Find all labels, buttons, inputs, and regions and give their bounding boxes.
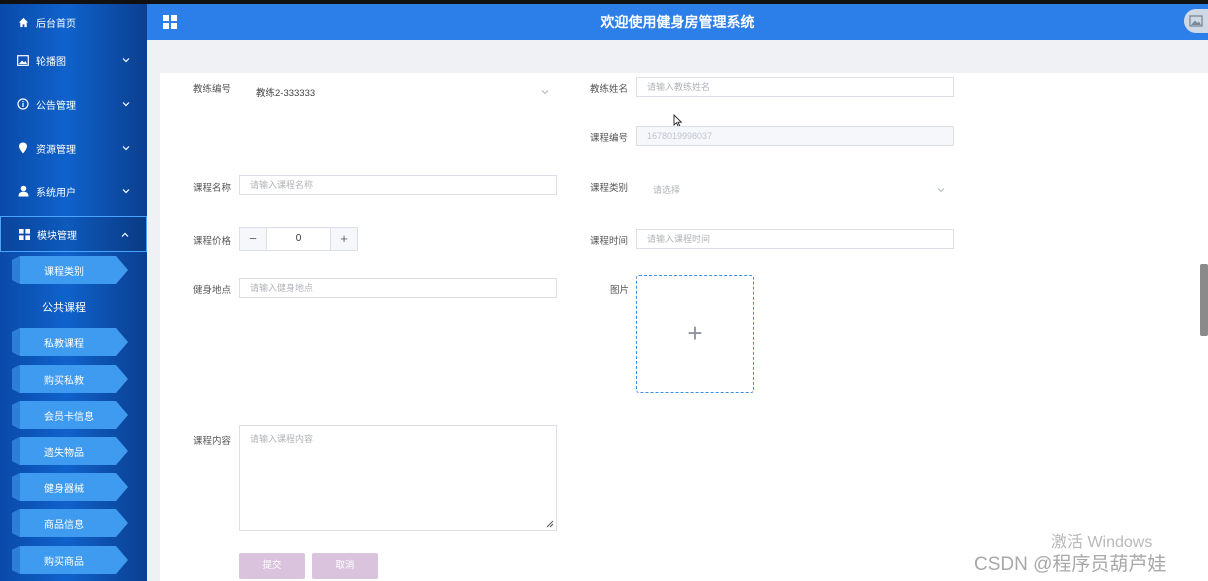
submenu-item-course-category[interactable]: 课程类别 (12, 256, 128, 284)
course-no-input: 1678019998037 (636, 126, 954, 146)
sidebar-item-users[interactable]: 系统用户 (0, 173, 147, 209)
chevron-down-icon[interactable] (540, 87, 550, 97)
chevron-down-icon[interactable] (936, 185, 946, 195)
sidebar-item-home[interactable]: 后台首页 (0, 4, 147, 40)
user-icon (16, 184, 30, 198)
location-label: 健身地点 (193, 285, 232, 296)
price-value[interactable]: 0 (266, 228, 331, 250)
scrollbar-thumb[interactable] (1200, 264, 1208, 336)
avatar[interactable] (1184, 9, 1208, 33)
info-circle-icon (16, 97, 30, 111)
submenu-item-private-course[interactable]: 私教课程 (12, 328, 128, 356)
sidebar-item-label: 系统用户 (36, 187, 76, 199)
course-type-label: 课程类别 (590, 183, 629, 194)
sidebar-item-carousel[interactable]: 轮播图 (0, 42, 147, 78)
page-title: 欢迎使用健身房管理系统 (600, 14, 755, 30)
picture-label: 图片 (610, 285, 630, 296)
sidebar-item-label: 后台首页 (36, 18, 76, 30)
submit-button[interactable]: 提交 (239, 553, 305, 579)
content-textarea[interactable]: 请输入课程内容 (239, 425, 557, 531)
submenu-item-buy-goods[interactable]: 购买商品 (12, 546, 128, 574)
submenu-item-lost-items[interactable]: 遗失物品 (12, 437, 128, 465)
sidebar-item-modules[interactable]: 模块管理 (0, 216, 147, 252)
chevron-down-icon (122, 58, 130, 63)
course-time-input[interactable]: 请输入课程时间 (636, 229, 954, 249)
sidebar-item-label: 轮播图 (36, 56, 66, 68)
csdn-watermark: CSDN @程序员葫芦娃 (974, 554, 1167, 575)
image-upload[interactable]: + (636, 275, 754, 393)
decrement-button[interactable]: − (240, 228, 267, 250)
content-label: 课程内容 (193, 436, 232, 447)
submenu-item-public-course[interactable]: 公共课程 (42, 299, 86, 315)
chevron-down-icon (122, 102, 130, 107)
chevron-up-icon (121, 232, 129, 237)
sidebar-item-label: 资源管理 (36, 144, 76, 156)
sidebar: 后台首页 轮播图 公告管理 资源管理 系统用户 模块管理 课程类别 公共课程 私… (0, 4, 147, 581)
sidebar-item-resource[interactable]: 资源管理 (0, 130, 147, 166)
resize-handle-icon[interactable] (546, 520, 554, 528)
coach-name-label: 教练姓名 (590, 84, 629, 95)
course-type-select[interactable]: 请选择 (653, 183, 680, 196)
home-icon (16, 15, 30, 29)
submenu-item-member-card[interactable]: 会员卡信息 (12, 401, 128, 429)
course-no-label: 课程编号 (590, 133, 629, 144)
increment-button[interactable]: + (330, 228, 357, 250)
coach-name-input[interactable]: 请输入教练姓名 (636, 77, 954, 97)
submenu-item-goods[interactable]: 商品信息 (12, 509, 128, 537)
location-input[interactable]: 请输入健身地点 (239, 278, 557, 298)
plus-icon: + (687, 318, 703, 348)
location-pin-icon (16, 141, 30, 155)
course-name-input[interactable]: 请输入课程名称 (239, 175, 557, 195)
submenu-item-equipment[interactable]: 健身器械 (12, 473, 128, 501)
image-avatar-icon (1189, 15, 1203, 27)
grid-icon (17, 227, 31, 241)
header-bar: 欢迎使用健身房管理系统 (147, 4, 1208, 40)
course-name-label: 课程名称 (193, 183, 232, 194)
chevron-down-icon (122, 189, 130, 194)
sidebar-item-label: 模块管理 (37, 230, 77, 242)
coach-no-label: 教练编号 (193, 84, 232, 95)
course-time-label: 课程时间 (590, 236, 629, 247)
content-placeholder: 请输入课程内容 (250, 434, 314, 444)
price-stepper: − 0 + (239, 227, 358, 251)
sidebar-item-notice[interactable]: 公告管理 (0, 86, 147, 122)
course-price-label: 课程价格 (193, 236, 232, 247)
cancel-button[interactable]: 取消 (312, 553, 378, 579)
sidebar-item-label: 公告管理 (36, 100, 76, 112)
image-icon (16, 53, 30, 67)
coach-no-select[interactable]: 教练2-333333 (256, 85, 315, 99)
submenu-item-buy-private[interactable]: 购买私教 (12, 365, 128, 393)
chevron-down-icon (122, 146, 130, 151)
